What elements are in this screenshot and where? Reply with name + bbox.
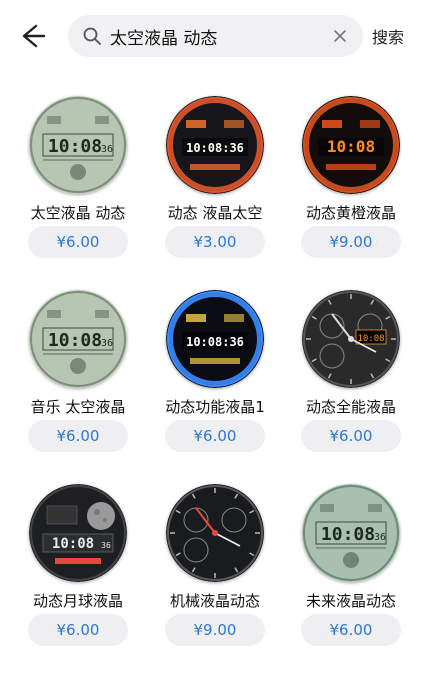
- watchface-card[interactable]: 10:08 36 动态月球液晶 ¥6.00: [8, 484, 148, 674]
- top-bar: 搜索: [0, 0, 422, 72]
- watchface-card[interactable]: 10:08:36 动态功能液晶1 ¥6.00: [145, 290, 285, 480]
- watchface-title: 未来液晶动态: [305, 592, 396, 610]
- price-button[interactable]: ¥3.00: [165, 226, 265, 258]
- watchface-title: 音乐 太空液晶: [30, 398, 126, 416]
- svg-text:10:08: 10:08: [327, 137, 375, 156]
- watchface-card[interactable]: 10:08 36 音乐 太空液晶 ¥6.00: [8, 290, 148, 480]
- clear-icon[interactable]: [331, 27, 349, 45]
- watchface-card[interactable]: 机械液晶动态 ¥9.00: [145, 484, 285, 674]
- search-button[interactable]: 搜索: [372, 24, 404, 48]
- watchface-thumbnail[interactable]: [166, 484, 264, 582]
- watchface-title: 动态月球液晶: [32, 592, 123, 610]
- watchface-title: 动态功能液晶1: [165, 398, 265, 416]
- watchface-card[interactable]: 10:08 36 太空液晶 动态 ¥6.00: [8, 96, 148, 286]
- price-button[interactable]: ¥6.00: [165, 420, 265, 452]
- price-button[interactable]: ¥9.00: [165, 614, 265, 646]
- search-bar[interactable]: [68, 15, 363, 57]
- price-button[interactable]: ¥6.00: [28, 614, 128, 646]
- watchface-thumbnail[interactable]: 10:08 36: [29, 290, 127, 388]
- svg-text:10:08: 10:08: [52, 536, 94, 552]
- price-button[interactable]: ¥6.00: [301, 614, 401, 646]
- watchface-title: 太空液晶 动态: [30, 204, 126, 222]
- watchface-thumbnail[interactable]: 10:08 36: [29, 484, 127, 582]
- watchface-thumbnail[interactable]: 10:08 36: [302, 484, 400, 582]
- svg-text:36: 36: [101, 541, 111, 550]
- price-button[interactable]: ¥9.00: [301, 226, 401, 258]
- watchface-thumbnail[interactable]: 10:08:36: [166, 96, 264, 194]
- watchface-card[interactable]: 10:08 36 未来液晶动态 ¥6.00: [281, 484, 421, 674]
- svg-text:10:08:36: 10:08:36: [186, 141, 244, 155]
- price-button[interactable]: ¥6.00: [28, 420, 128, 452]
- svg-text:36: 36: [374, 532, 386, 543]
- search-input[interactable]: [110, 15, 315, 57]
- watchface-thumbnail[interactable]: 10:08: [302, 290, 400, 388]
- price-button[interactable]: ¥6.00: [301, 420, 401, 452]
- price-button[interactable]: ¥6.00: [28, 226, 128, 258]
- watchface-title: 动态黄橙液晶: [305, 204, 396, 222]
- watchface-thumbnail[interactable]: 10:08 36: [29, 96, 127, 194]
- svg-text:36: 36: [101, 144, 113, 155]
- watchface-title: 机械液晶动态: [169, 592, 260, 610]
- watchface-title: 动态 液晶太空: [167, 204, 263, 222]
- watchface-card[interactable]: 10:08:36 动态 液晶太空 ¥3.00: [145, 96, 285, 286]
- back-arrow-icon[interactable]: [14, 18, 50, 54]
- watchface-card[interactable]: 10:08 动态黄橙液晶 ¥9.00: [281, 96, 421, 286]
- svg-text:36: 36: [101, 338, 113, 349]
- svg-text:10:08: 10:08: [48, 330, 102, 351]
- watchface-title: 动态全能液晶: [305, 398, 396, 416]
- watchface-thumbnail[interactable]: 10:08:36: [166, 290, 264, 388]
- svg-text:10:08: 10:08: [48, 136, 102, 157]
- watchface-card[interactable]: 10:08 动态全能液晶 ¥6.00: [281, 290, 421, 480]
- svg-text:10:08:36: 10:08:36: [186, 335, 244, 349]
- svg-text:10:08: 10:08: [357, 334, 384, 344]
- svg-text:10:08: 10:08: [321, 524, 375, 545]
- search-icon: [83, 27, 101, 45]
- watchface-thumbnail[interactable]: 10:08: [302, 96, 400, 194]
